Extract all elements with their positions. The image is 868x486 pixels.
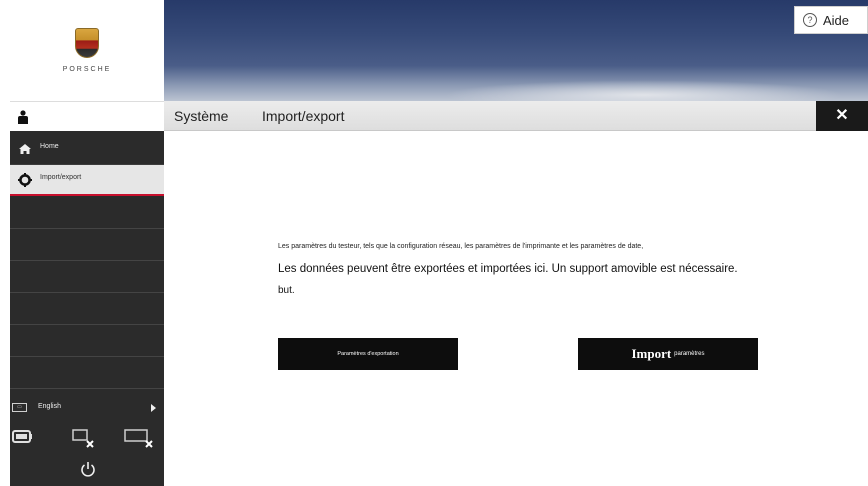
close-icon: ✕ [835, 107, 849, 124]
display-disconnected-icon [124, 429, 153, 448]
main-content: Les paramètres du testeur, tels que la c… [164, 132, 868, 486]
help-button[interactable]: ? Aide [794, 6, 868, 34]
sidebar: PORSCHE Home Import/export ▭ English [10, 0, 164, 486]
user-profile[interactable] [10, 101, 164, 131]
status-toolbar [10, 422, 164, 452]
sidebar-item-label: Import/export [40, 174, 82, 181]
chevron-right-icon [151, 404, 156, 412]
language-icon: ▭ [12, 403, 27, 412]
app-window: PORSCHE Home Import/export ▭ English ? A… [0, 0, 868, 486]
language-selector[interactable]: ▭ English [10, 392, 164, 420]
gear-icon [18, 173, 32, 187]
close-button[interactable]: ✕ [816, 101, 868, 131]
monitor-status-button[interactable] [62, 422, 112, 452]
sidebar-item-home[interactable]: Home [10, 134, 164, 165]
power-area [10, 455, 164, 486]
sidebar-empty-row [10, 198, 164, 229]
power-icon[interactable] [80, 461, 96, 477]
display-status-button[interactable] [114, 422, 164, 452]
sidebar-empty-row [10, 358, 164, 389]
description-line-3: but. [278, 285, 295, 296]
sidebar-empty-row [10, 230, 164, 261]
sidebar-empty-row [10, 326, 164, 357]
user-icon [18, 110, 28, 124]
battery-button[interactable] [10, 422, 60, 452]
help-label: Aide [823, 12, 850, 28]
export-button-label: Paramètres d'exportation [337, 351, 399, 357]
sidebar-empty-row [10, 294, 164, 325]
sidebar-empty-row [10, 262, 164, 293]
battery-icon [12, 430, 32, 443]
page-title: Import/export [262, 108, 345, 124]
porsche-crest-icon [75, 28, 99, 58]
banner-highlight [444, 80, 844, 101]
title-bar: Système Import/export ✕ [164, 101, 868, 131]
export-settings-button[interactable]: Paramètres d'exportation [278, 338, 458, 370]
import-button-sublabel: paramètres [674, 351, 705, 357]
logo-wordmark: PORSCHE [62, 66, 112, 73]
language-label: English [38, 403, 61, 410]
description-line-1: Les paramètres du testeur, tels que la c… [278, 243, 644, 250]
description-line-2: Les données peuvent être exportées et im… [278, 263, 738, 275]
header-banner: ? Aide [164, 0, 868, 101]
breadcrumb-system: Système [174, 108, 229, 124]
import-button-label: Import [631, 346, 672, 361]
home-icon [19, 144, 31, 154]
help-icon: ? [803, 13, 817, 27]
sidebar-item-label: Home [40, 143, 59, 150]
import-settings-button[interactable]: Import paramètres [578, 338, 758, 370]
porsche-logo: PORSCHE [10, 0, 164, 101]
monitor-disconnected-icon [72, 429, 94, 448]
sidebar-item-import-export[interactable]: Import/export [10, 165, 164, 196]
